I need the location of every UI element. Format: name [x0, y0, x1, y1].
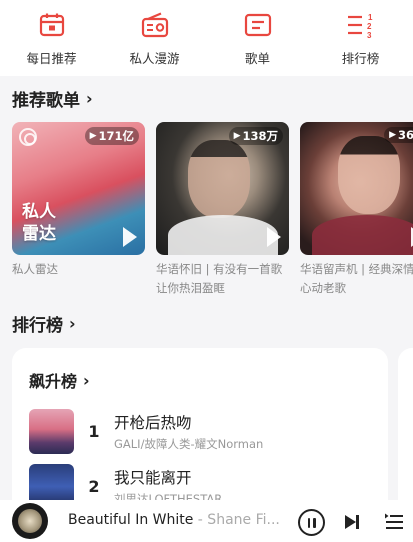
recommended-section-header[interactable]: 推荐歌单 ›: [12, 86, 93, 111]
queue-list-icon: [385, 513, 403, 529]
mini-player[interactable]: Beautiful In White - Shane Fi...: [0, 500, 413, 542]
cover-photo: [188, 140, 250, 218]
play-icon[interactable]: [267, 227, 281, 247]
playlist-icon: [243, 10, 273, 40]
song-rank: 1: [88, 422, 100, 441]
playlist-title: 华语留声机 | 经典深情的心动老歌: [300, 262, 413, 295]
playlist-carousel[interactable]: ▶ 171亿 私人 雷达 私人雷达 ▶ 138万 华语怀旧 | 有没有一首歌 让你热…: [12, 122, 413, 298]
play-count-badge: ▶ 171亿: [84, 127, 139, 145]
song-artist: GALI/故障人类-耀文Norman: [114, 437, 264, 451]
play-small-icon: ▶: [233, 131, 241, 141]
play-count-badge: ▶ 138万: [228, 127, 283, 145]
playlist-card[interactable]: ▶ 138万 华语怀旧 | 有没有一首歌 让你热泪盈眶: [156, 122, 289, 298]
nav-rankings[interactable]: 123 排行榜: [309, 0, 412, 76]
nav-private-roam[interactable]: 私人漫游: [103, 0, 206, 76]
pause-bar-icon: [313, 517, 316, 528]
playlist-cover[interactable]: ▶368: [300, 122, 413, 255]
nav-label: 每日推荐: [26, 51, 77, 66]
playlist-title: 私人雷达: [12, 262, 58, 276]
next-chart-card-peek[interactable]: [398, 348, 413, 518]
ranking-icon: 123: [346, 10, 376, 40]
song-name: 我只能离开: [114, 469, 192, 487]
cover-photo-detail: [168, 215, 278, 255]
chevron-right-icon: ›: [83, 370, 90, 390]
nav-label: 排行榜: [341, 51, 380, 66]
play-small-icon: ▶: [89, 131, 97, 141]
playlist-card[interactable]: ▶368 华语留声机 | 经典深情的心动老歌: [300, 122, 413, 298]
now-playing-artist: - Shane Fi...: [193, 512, 280, 528]
soaring-chart-card[interactable]: 飙升榜 › 1 开枪后热吻 GALI/故障人类-耀文Norman 2 我只能离开…: [12, 348, 388, 518]
nav-daily-recommend[interactable]: 每日推荐: [0, 0, 103, 76]
home-feed[interactable]: 推荐歌单 › ▶ 171亿 私人 雷达 私人雷达 ▶ 138万 华语怀旧 | 有没有…: [0, 76, 413, 518]
section-title: 排行榜: [12, 316, 63, 336]
quick-nav: 每日推荐 私人漫游 歌单 123 排行榜: [0, 0, 413, 76]
album-disc[interactable]: [12, 503, 54, 539]
svg-text:2: 2: [367, 22, 372, 31]
chevron-right-icon: ›: [69, 314, 76, 333]
song-cover: [29, 409, 74, 454]
playlist-card[interactable]: ▶ 171亿 私人 雷达 私人雷达: [12, 122, 145, 298]
chevron-right-icon: ›: [86, 89, 93, 108]
svg-text:1: 1: [368, 13, 373, 22]
chart-card-title: 飙升榜: [29, 372, 78, 391]
play-icon[interactable]: [123, 227, 137, 247]
cover-photo-detail: [312, 215, 413, 255]
section-title: 推荐歌单: [12, 91, 80, 111]
radio-icon: [140, 10, 170, 40]
chart-song-row[interactable]: 1 开枪后热吻 GALI/故障人类-耀文Norman: [29, 409, 263, 454]
nav-playlists[interactable]: 歌单: [206, 0, 309, 76]
song-name: 开枪后热吻: [114, 414, 192, 432]
playlist-cover[interactable]: ▶ 171亿 私人 雷达: [12, 122, 145, 255]
play-small-icon: ▶: [389, 130, 396, 140]
cover-photo: [338, 136, 400, 214]
album-art: [18, 509, 42, 533]
charts-section-header[interactable]: 排行榜 ›: [12, 311, 76, 336]
next-track-button[interactable]: [343, 513, 361, 531]
playlist-title: 华语怀旧 | 有没有一首歌 让你热泪盈眶: [156, 262, 283, 295]
calendar-icon: [37, 10, 67, 40]
vinyl-disc-icon: [12, 503, 48, 539]
skip-next-icon: [345, 515, 359, 529]
nav-label: 歌单: [244, 51, 270, 66]
nav-label: 私人漫游: [129, 51, 180, 66]
pause-bar-icon: [307, 517, 310, 528]
radar-logo-icon: [19, 128, 37, 146]
chart-card-header[interactable]: 飙升榜 ›: [29, 368, 90, 392]
playlist-queue-button[interactable]: [384, 513, 404, 531]
now-playing-text[interactable]: Beautiful In White - Shane Fi...: [68, 512, 280, 528]
now-playing-title: Beautiful In White: [68, 512, 194, 528]
song-info: 开枪后热吻 GALI/故障人类-耀文Norman: [114, 411, 263, 452]
song-rank: 2: [88, 477, 100, 496]
play-count-badge: ▶368: [384, 127, 413, 143]
pause-button[interactable]: [298, 509, 325, 536]
playlist-cover[interactable]: ▶ 138万: [156, 122, 289, 255]
svg-text:3: 3: [367, 31, 372, 39]
cover-text: 私人 雷达: [22, 202, 56, 244]
